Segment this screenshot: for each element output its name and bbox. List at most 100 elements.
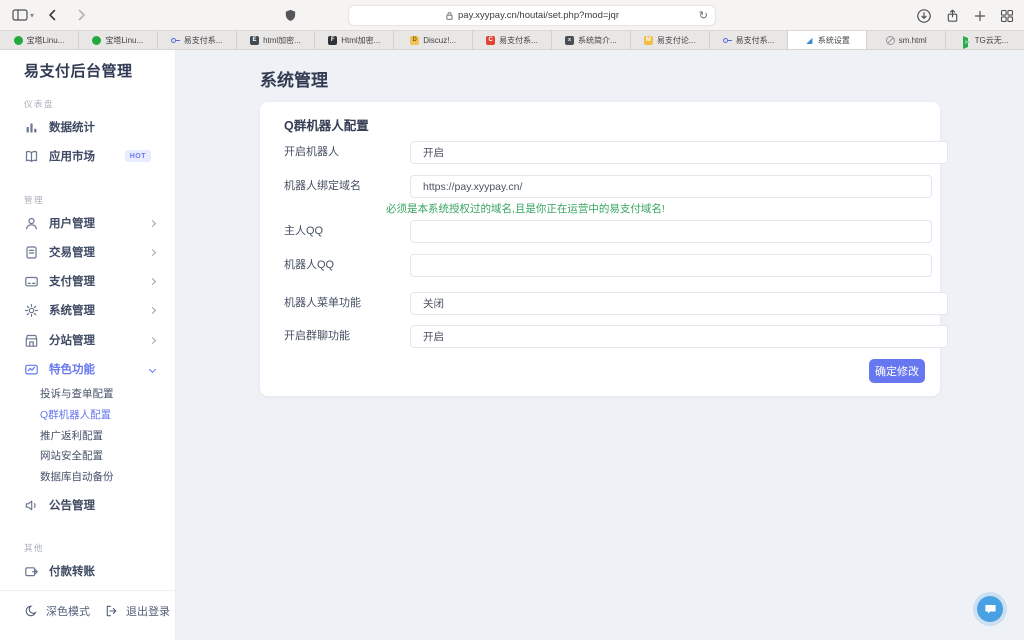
- chat-bubble-button[interactable]: [977, 596, 1003, 622]
- tab-epay-3[interactable]: 易支付系...: [710, 31, 789, 49]
- group-chat-select[interactable]: [410, 325, 948, 348]
- sidebar-item-data-stats[interactable]: 数据统计: [24, 117, 167, 137]
- dark-square-icon: [565, 36, 574, 45]
- download-icon[interactable]: [916, 8, 932, 24]
- share-icon[interactable]: [945, 8, 960, 24]
- robot-menu-select[interactable]: [410, 292, 948, 315]
- sidebar-subitem-rebate[interactable]: 推广返利配置: [40, 426, 103, 444]
- sidebar-item-system[interactable]: 系统管理: [24, 300, 167, 320]
- sidebar-item-features[interactable]: 特色功能: [24, 359, 167, 379]
- field-label: 机器人QQ: [284, 254, 334, 277]
- sidebar-item-payments[interactable]: 支付管理: [24, 271, 167, 291]
- form-row-robot-enable: 开启机器人: [284, 141, 916, 164]
- dark-mode-label: 深色模式: [46, 603, 90, 619]
- payment-icon: [24, 274, 39, 289]
- sidebar-item-transactions[interactable]: 交易管理: [24, 242, 167, 262]
- baota-icon: [14, 36, 23, 45]
- submit-button[interactable]: 确定修改: [869, 359, 925, 383]
- sidebar-subitem-db-backup[interactable]: 数据库自动备份: [40, 467, 114, 485]
- sidebar-item-label: 用户管理: [49, 215, 95, 231]
- document-icon: [24, 245, 39, 260]
- sidebar-subitem-complaints[interactable]: 投诉与查单配置: [40, 384, 114, 402]
- sidebar-item-app-market[interactable]: 应用市场 HOT: [24, 146, 167, 166]
- forward-icon[interactable]: [74, 8, 88, 22]
- bind-domain-input[interactable]: [410, 175, 932, 198]
- toolbar-chevron-down-icon[interactable]: ▾: [30, 11, 34, 20]
- tab-sm-html[interactable]: sm.html: [867, 31, 946, 49]
- sidebar-item-label: 交易管理: [49, 244, 95, 260]
- chevron-right-icon: [149, 336, 156, 343]
- address-bar[interactable]: pay.xyypay.cn/houtai/set.php?mod=jqr ↻: [348, 5, 716, 26]
- subitem-label: 投诉与查单配置: [40, 386, 114, 401]
- key-icon: [171, 36, 180, 45]
- sidebar-item-label: 特色功能: [49, 361, 95, 377]
- browser-toolbar: ▾ pay.xyypay.cn/houtai/set.php?mod=jqr ↻: [0, 0, 1024, 31]
- reload-icon[interactable]: ↻: [699, 9, 708, 22]
- new-tab-icon[interactable]: [973, 9, 987, 23]
- sidebar-item-users[interactable]: 用户管理: [24, 213, 167, 233]
- robot-qq-input[interactable]: [410, 254, 932, 277]
- chevron-right-icon: [149, 219, 156, 226]
- privacy-shield-icon[interactable]: [284, 8, 297, 23]
- field-label: 开启群聊功能: [284, 325, 350, 348]
- chat-widget: [973, 592, 1007, 626]
- sidebar-item-label: 付款转账: [49, 563, 95, 579]
- tab-system-intro[interactable]: 系统简介...: [552, 31, 631, 49]
- field-label: 主人QQ: [284, 220, 323, 243]
- sidebar-item-announcements[interactable]: 公告管理: [24, 495, 167, 515]
- form-row-owner-qq: 主人QQ: [284, 220, 916, 243]
- field-label: 机器人菜单功能: [284, 292, 361, 315]
- feature-icon: [24, 362, 39, 377]
- sidebar-subitem-security[interactable]: 网站安全配置: [40, 446, 103, 464]
- tab-epay-2[interactable]: 易支付系...: [473, 31, 552, 49]
- tab-baota-1[interactable]: 宝塔Linu...: [0, 31, 79, 49]
- sidebar-toggle-icon[interactable]: [12, 9, 28, 21]
- sidebar-item-label: 支付管理: [49, 273, 95, 289]
- speaker-icon: [24, 498, 39, 513]
- letter-e-icon: [250, 36, 259, 45]
- form-row-group-chat: 开启群聊功能: [284, 325, 916, 348]
- mail-icon: [644, 36, 653, 45]
- sidebar-item-substations[interactable]: 分站管理: [24, 330, 167, 350]
- tab-overview-icon[interactable]: [1000, 9, 1014, 23]
- back-icon[interactable]: [46, 8, 60, 22]
- sidebar-item-label: 公告管理: [49, 497, 95, 513]
- user-icon: [24, 216, 39, 231]
- tab-epay-1[interactable]: 易支付系...: [158, 31, 237, 49]
- tab-system-settings-active[interactable]: 系统设置: [788, 31, 867, 49]
- tab-discuz[interactable]: Discuz!...: [394, 31, 473, 49]
- transfer-icon: [24, 564, 39, 579]
- subitem-label: Q群机器人配置: [40, 407, 111, 422]
- tab-epay-forum[interactable]: 易支付论...: [631, 31, 710, 49]
- blue-tool-icon: [805, 36, 814, 45]
- owner-qq-input[interactable]: [410, 220, 932, 243]
- field-label: 开启机器人: [284, 141, 339, 164]
- tab-html-encrypt-1[interactable]: html加密...: [237, 31, 316, 49]
- sidebar-subitem-qq-robot[interactable]: Q群机器人配置: [40, 405, 111, 423]
- chevron-down-icon: [149, 365, 156, 372]
- url-text: pay.xyypay.cn/houtai/set.php?mod=jqr: [458, 10, 619, 21]
- chart-icon: [24, 120, 39, 135]
- letter-f-icon: [328, 36, 337, 45]
- shop-icon: [24, 333, 39, 348]
- subitem-label: 网站安全配置: [40, 448, 103, 463]
- tab-html-encrypt-2[interactable]: Html加密...: [315, 31, 394, 49]
- hot-badge: HOT: [125, 150, 151, 162]
- app-title: 易支付后台管理: [24, 60, 133, 81]
- tab-baota-2[interactable]: 宝塔Linu...: [79, 31, 158, 49]
- logout-button[interactable]: 退出登录: [104, 601, 170, 621]
- dark-mode-toggle[interactable]: 深色模式: [24, 601, 90, 621]
- section-label-other: 其他: [24, 542, 44, 554]
- form-row-robot-menu: 机器人菜单功能: [284, 292, 916, 315]
- baota-icon: [92, 36, 101, 45]
- tab-tg-cloud[interactable]: TG云无...: [946, 31, 1024, 49]
- robot-enable-select[interactable]: [410, 141, 948, 164]
- key-icon: [723, 36, 732, 45]
- logout-icon: [104, 604, 118, 618]
- logout-label: 退出登录: [126, 603, 170, 619]
- sidebar-item-label: 应用市场: [49, 148, 95, 164]
- sidebar-item-transfer[interactable]: 付款转账: [24, 561, 167, 581]
- page-title: 系统管理: [260, 66, 328, 91]
- subitem-label: 数据库自动备份: [40, 469, 114, 484]
- gear-icon: [24, 303, 39, 318]
